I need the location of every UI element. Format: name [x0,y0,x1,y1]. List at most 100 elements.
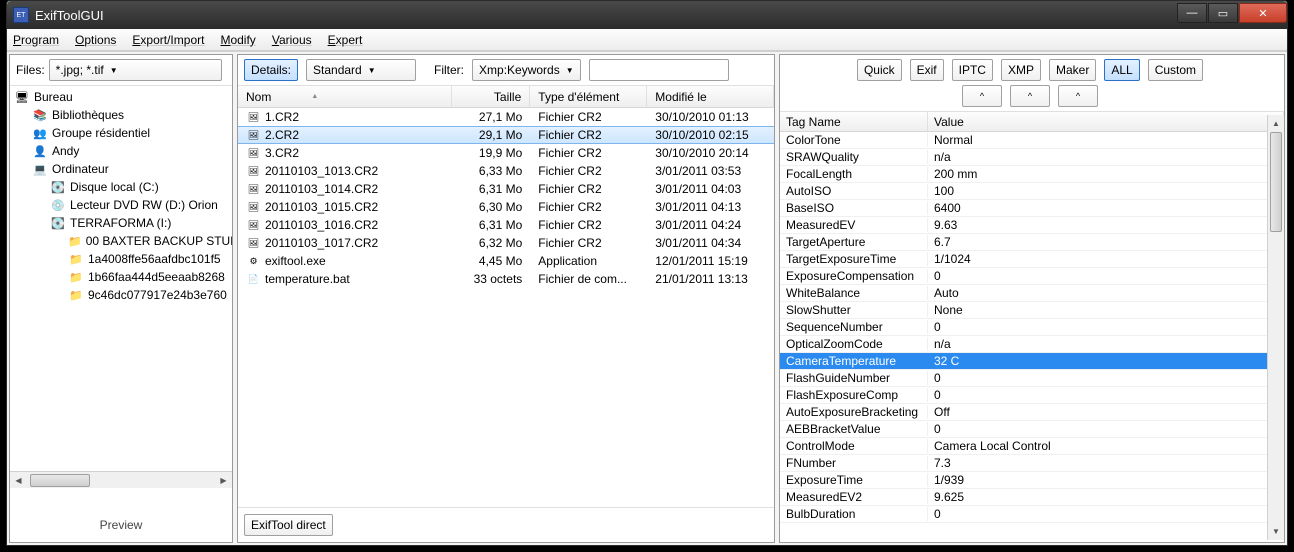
tree-item-label: 00 BAXTER BACKUP STUDIO [86,234,232,248]
tag-row[interactable]: ExposureCompensation0 [780,268,1284,285]
tag-row[interactable]: TargetExposureTime1/1024 [780,251,1284,268]
folder-tree[interactable]: 🖥Bureau📚Bibliothèques👥Groupe résidentiel… [10,86,232,471]
col-header-name[interactable]: Nom▲ [238,86,452,107]
col-header-tagname[interactable]: Tag Name [780,112,928,131]
filter-value-input[interactable] [589,59,729,81]
tag-list[interactable]: Tag Name Value ColorToneNormalSRAWQualit… [780,112,1284,542]
details-mode-combo[interactable]: Standard ▼ [306,59,416,81]
file-modified: 30/10/2010 01:13 [647,110,774,124]
scroll-thumb[interactable] [30,474,90,487]
tag-row[interactable]: AEBBracketValue0 [780,421,1284,438]
tree-item[interactable]: 📁9c46dc077917e24b3e760 [10,286,232,304]
caret-row: ^ ^ ^ [962,85,1102,107]
tag-value: 0 [928,371,1284,385]
menu-expert[interactable]: Expert [328,33,363,47]
col-header-size[interactable]: Taille [452,86,530,107]
tag-row[interactable]: TargetAperture6.7 [780,234,1284,251]
tag-row[interactable]: FocalLength200 mm [780,166,1284,183]
exiftool-direct-button[interactable]: ExifTool direct [244,514,333,536]
tree-item[interactable]: 💻Ordinateur [10,160,232,178]
tree-item[interactable]: 💽Disque local (C:) [10,178,232,196]
close-button[interactable]: ✕ [1239,3,1287,23]
details-button[interactable]: Details: [244,59,298,81]
tag-row[interactable]: MeasuredEV9.63 [780,217,1284,234]
tag-row[interactable]: BaseISO6400 [780,200,1284,217]
file-list[interactable]: Nom▲ Taille Type d'élément Modifié le 🖼1… [238,86,774,507]
col-header-modified[interactable]: Modifié le [647,86,774,107]
window-title: ExifToolGUI [35,8,1176,23]
menu-program[interactable]: Program [13,33,59,47]
tag-vscrollbar[interactable]: ▲ ▼ [1267,115,1284,540]
file-name: 20110103_1017.CR2 [265,236,378,250]
tag-row[interactable]: SRAWQualityn/a [780,149,1284,166]
menu-options[interactable]: Options [75,33,116,47]
scroll-up-icon[interactable]: ▲ [1268,115,1284,132]
tag-row[interactable]: ExposureTime1/939 [780,472,1284,489]
tag-row[interactable]: ColorToneNormal [780,132,1284,149]
tag-row[interactable]: ControlModeCamera Local Control [780,438,1284,455]
file-row[interactable]: 🖼3.CR219,9 MoFichier CR230/10/2010 20:14 [238,144,774,162]
menu-modify[interactable]: Modify [220,33,255,47]
file-row[interactable]: 🖼20110103_1017.CR26,32 MoFichier CR23/01… [238,234,774,252]
tag-row[interactable]: SlowShutterNone [780,302,1284,319]
file-row[interactable]: 🖼1.CR227,1 MoFichier CR230/10/2010 01:13 [238,108,774,126]
tag-row[interactable]: AutoExposureBracketingOff [780,404,1284,421]
tag-value: Off [928,405,1284,419]
tree-item[interactable]: 📁1a4008ffe56aafdbc101f5 [10,250,232,268]
minimize-button[interactable]: — [1177,3,1207,23]
menu-exportimport[interactable]: Export/Import [132,33,204,47]
col-header-tagvalue[interactable]: Value [928,112,1284,131]
tree-item[interactable]: 📁00 BAXTER BACKUP STUDIO [10,232,232,250]
tag-row[interactable]: FNumber7.3 [780,455,1284,472]
tree-item[interactable]: 👥Groupe résidentiel [10,124,232,142]
file-row[interactable]: 🖼20110103_1014.CR26,31 MoFichier CR23/01… [238,180,774,198]
tab-iptc[interactable]: IPTC [952,59,993,81]
scroll-left-icon[interactable]: ◀ [10,472,27,489]
tag-row[interactable]: FlashGuideNumber0 [780,370,1284,387]
file-icon: ⚙ [246,255,261,268]
tree-item[interactable]: 👤Andy [10,142,232,160]
maximize-button[interactable]: ▭ [1208,3,1238,23]
collapse-button-1[interactable]: ^ [962,85,1002,107]
tree-hscrollbar[interactable]: ◀ ▶ [10,471,232,488]
tag-list-header[interactable]: Tag Name Value [780,112,1284,132]
tree-item[interactable]: 📚Bibliothèques [10,106,232,124]
collapse-button-3[interactable]: ^ [1058,85,1098,107]
tag-name: BulbDuration [780,507,928,521]
tab-all[interactable]: ALL [1104,59,1139,81]
tag-row[interactable]: BulbDuration0 [780,506,1284,523]
tab-custom[interactable]: Custom [1148,59,1203,81]
file-row[interactable]: 📄temperature.bat33 octetsFichier de com.… [238,270,774,288]
file-row[interactable]: ⚙exiftool.exe4,45 MoApplication12/01/201… [238,252,774,270]
filter-field-combo[interactable]: Xmp:Keywords ▼ [472,59,581,81]
file-list-header[interactable]: Nom▲ Taille Type d'élément Modifié le [238,86,774,108]
tree-item[interactable]: 📁1b66faa444d5eeaab8268 [10,268,232,286]
tag-row[interactable]: AutoISO100 [780,183,1284,200]
tab-maker[interactable]: Maker [1049,59,1096,81]
collapse-button-2[interactable]: ^ [1010,85,1050,107]
tree-item[interactable]: 🖥Bureau [10,88,232,106]
file-row[interactable]: 🖼20110103_1013.CR26,33 MoFichier CR23/01… [238,162,774,180]
tab-xmp[interactable]: XMP [1001,59,1041,81]
tab-quick[interactable]: Quick [857,59,902,81]
files-pattern-combo[interactable]: *.jpg; *.tif ▼ [49,59,222,81]
file-row[interactable]: 🖼2.CR229,1 MoFichier CR230/10/2010 02:15 [238,126,774,144]
tag-row[interactable]: FlashExposureComp0 [780,387,1284,404]
scroll-right-icon[interactable]: ▶ [215,472,232,489]
tag-row[interactable]: CameraTemperature32 C [780,353,1284,370]
file-row[interactable]: 🖼20110103_1015.CR26,30 MoFichier CR23/01… [238,198,774,216]
scroll-down-icon[interactable]: ▼ [1268,523,1284,540]
tree-item[interactable]: 💿Lecteur DVD RW (D:) Orion [10,196,232,214]
titlebar[interactable]: ET ExifToolGUI — ▭ ✕ [7,1,1287,29]
menu-various[interactable]: Various [272,33,312,47]
file-type: Application [530,254,647,268]
tag-row[interactable]: MeasuredEV29.625 [780,489,1284,506]
scroll-thumb[interactable] [1270,132,1282,232]
tag-row[interactable]: WhiteBalanceAuto [780,285,1284,302]
col-header-type[interactable]: Type d'élément [530,86,647,107]
tab-exif[interactable]: Exif [910,59,944,81]
tag-row[interactable]: SequenceNumber0 [780,319,1284,336]
tag-row[interactable]: OpticalZoomCoden/a [780,336,1284,353]
file-row[interactable]: 🖼20110103_1016.CR26,31 MoFichier CR23/01… [238,216,774,234]
tree-item[interactable]: 💽TERRAFORMA (I:) [10,214,232,232]
